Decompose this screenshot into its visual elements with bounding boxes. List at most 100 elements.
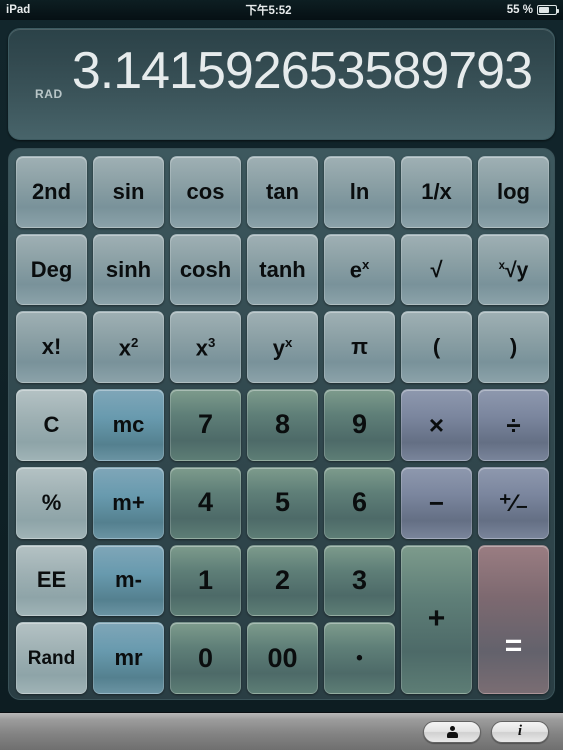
key-label: Deg [30, 256, 73, 282]
key-label: 0 [197, 642, 214, 673]
calculator-body: 3.141592653589793 RAD 2nd sin cos tan ln 1/x l… [0, 20, 563, 712]
key-memory-add[interactable]: m+ [93, 466, 164, 539]
status-bar: iPad 下午5:52 55 % [0, 0, 563, 20]
key-decimal-point[interactable]: • [324, 622, 395, 694]
key-cosh[interactable]: cosh [170, 233, 241, 306]
display-value: 3.141592653589793 [71, 42, 533, 100]
battery-icon [537, 5, 559, 15]
key-label: sinh [105, 256, 152, 282]
calculator-app: iPad 下午5:52 55 % 3.141592653589793 RAD 2… [0, 0, 563, 750]
key-label: 1 [197, 564, 214, 595]
key-sin[interactable]: sin [93, 156, 164, 228]
key-ee[interactable]: EE [16, 544, 87, 617]
key-9[interactable]: 9 [324, 389, 395, 461]
key-label: mc [112, 411, 145, 437]
key-multiply[interactable]: × [401, 389, 472, 461]
key-add[interactable]: + [401, 544, 472, 694]
key-label: ( [432, 334, 441, 360]
key-subtract[interactable]: − [401, 466, 472, 539]
key-label: • [356, 647, 363, 669]
key-x-squared[interactable]: x2 [93, 311, 164, 384]
key-label: yx [272, 334, 293, 360]
key-second[interactable]: 2nd [16, 156, 87, 228]
key-tanh[interactable]: tanh [247, 233, 318, 306]
key-label: 3 [351, 564, 368, 595]
key-1[interactable]: 1 [170, 544, 241, 617]
key-equals[interactable]: = [478, 544, 549, 694]
key-label: 4 [197, 487, 214, 518]
key-nth-root[interactable]: x√y [478, 233, 549, 306]
key-label: × [428, 409, 445, 440]
key-5[interactable]: 5 [247, 466, 318, 539]
key-label: 1/x [421, 178, 452, 204]
key-log[interactable]: log [478, 156, 549, 228]
status-battery-group: 55 % [506, 4, 559, 16]
key-7[interactable]: 7 [170, 389, 241, 461]
key-factorial[interactable]: x! [16, 311, 87, 384]
key-label: m+ [112, 489, 145, 515]
key-3[interactable]: 3 [324, 544, 395, 617]
key-ln[interactable]: ln [324, 156, 395, 228]
key-0[interactable]: 0 [170, 622, 241, 694]
key-sinh[interactable]: sinh [93, 233, 164, 306]
info-button[interactable]: i [491, 720, 549, 743]
key-label: π [351, 334, 368, 360]
status-device-name: iPad [6, 4, 31, 16]
key-label: 8 [274, 409, 291, 440]
key-label: cos [186, 178, 225, 204]
key-deg[interactable]: Deg [16, 233, 87, 306]
key-open-paren[interactable]: ( [401, 311, 472, 384]
key-sqrt[interactable]: √ [401, 233, 472, 306]
key-sign-toggle[interactable]: ⁺∕₋ [478, 466, 549, 539]
key-random[interactable]: Rand [16, 622, 87, 694]
contact-button[interactable] [423, 720, 481, 743]
key-memory-recall[interactable]: mr [93, 622, 164, 694]
key-close-paren[interactable]: ) [478, 311, 549, 384]
key-label: Rand [27, 647, 76, 669]
key-label: ex [349, 256, 370, 283]
key-label: 6 [351, 487, 368, 518]
key-x-cubed[interactable]: x3 [170, 311, 241, 384]
key-label: 2nd [31, 178, 72, 204]
key-pi[interactable]: π [324, 311, 395, 384]
key-label: 9 [351, 409, 368, 440]
key-label: 5 [274, 487, 291, 518]
key-label: log [497, 178, 530, 204]
key-4[interactable]: 4 [170, 466, 241, 539]
key-memory-sub[interactable]: m- [93, 544, 164, 617]
status-battery-percent: 55 % [506, 4, 533, 16]
key-y-power-x[interactable]: yx [247, 311, 318, 384]
key-2[interactable]: 2 [247, 544, 318, 617]
key-label: ⁺∕₋ [498, 490, 529, 518]
key-percent[interactable]: % [16, 466, 87, 539]
key-label: % [41, 489, 62, 515]
key-label: x3 [195, 334, 216, 360]
info-icon: i [517, 723, 523, 739]
key-label: 2 [274, 564, 291, 595]
key-8[interactable]: 8 [247, 389, 318, 461]
person-icon [446, 725, 458, 738]
key-cos[interactable]: cos [170, 156, 241, 228]
key-label: EE [36, 567, 67, 593]
key-label: cosh [179, 256, 232, 282]
status-clock: 下午5:52 [245, 5, 292, 17]
key-e-power-x[interactable]: ex [324, 233, 395, 306]
key-divide[interactable]: ÷ [478, 389, 549, 461]
key-label: √ [430, 256, 443, 282]
key-label: ln [349, 178, 370, 204]
key-label: ) [509, 334, 518, 360]
key-clear[interactable]: C [16, 389, 87, 461]
key-reciprocal[interactable]: 1/x [401, 156, 472, 228]
calculator-display[interactable]: 3.141592653589793 RAD [8, 28, 555, 140]
key-label: + [427, 602, 446, 636]
key-6[interactable]: 6 [324, 466, 395, 539]
key-label: x√y [498, 258, 529, 282]
bottom-toolbar: i [0, 712, 563, 750]
key-double-zero[interactable]: 00 [247, 622, 318, 694]
key-label: x! [41, 334, 62, 360]
key-label: − [428, 487, 445, 518]
key-tan[interactable]: tan [247, 156, 318, 228]
key-label: tan [266, 178, 299, 204]
key-memory-clear[interactable]: mc [93, 389, 164, 461]
keypad: 2nd sin cos tan ln 1/x log Deg sinh cosh tanh ex √ x√… [8, 148, 555, 700]
